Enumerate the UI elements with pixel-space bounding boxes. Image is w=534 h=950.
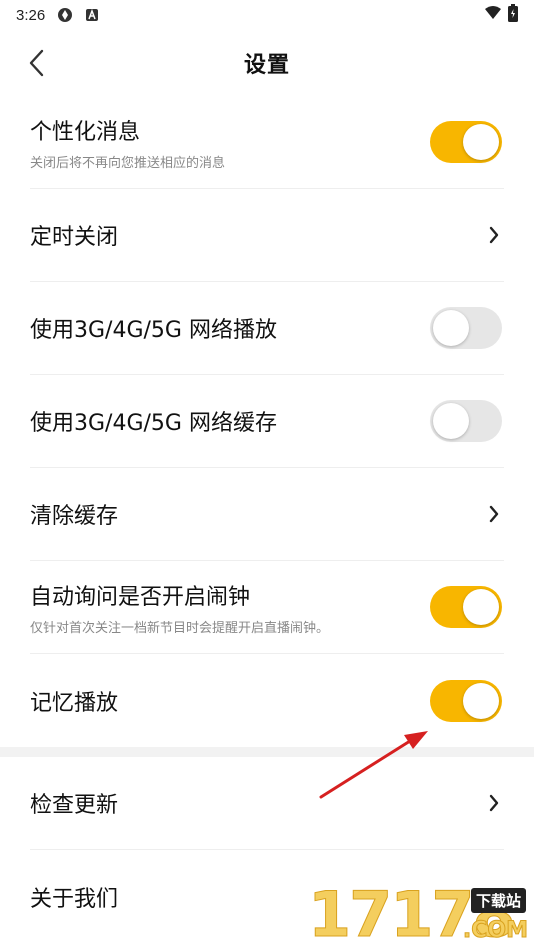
section-divider <box>0 747 534 757</box>
setting-mobile-cache: 使用3G/4G/5G 网络缓存 <box>30 375 504 468</box>
toggle-knob <box>433 403 469 439</box>
toggle-switch[interactable] <box>430 400 502 442</box>
chevron-right-icon <box>484 791 504 815</box>
setting-label: 自动询问是否开启闹钟 <box>30 584 251 610</box>
setting-memory-play: 记忆播放 <box>30 654 504 747</box>
a-icon <box>85 8 99 22</box>
setting-clear-cache[interactable]: 清除缓存 <box>30 468 504 561</box>
wifi-icon <box>484 6 502 24</box>
setting-label: 使用3G/4G/5G 网络缓存 <box>30 411 277 436</box>
toggle-switch[interactable] <box>430 121 502 163</box>
settings-list: 个性化消息 关闭后将不再向您推送相应的消息 定时关闭 使用3G/4G/5G 网络… <box>0 96 534 943</box>
setting-label: 关于我们 <box>30 886 119 912</box>
chevron-left-icon <box>29 49 44 77</box>
setting-label: 使用3G/4G/5G 网络播放 <box>30 318 277 343</box>
setting-label: 定时关闭 <box>30 225 119 250</box>
toggle-switch[interactable] <box>430 679 502 722</box>
setting-label: 清除缓存 <box>30 504 119 529</box>
setting-label: 记忆播放 <box>30 690 119 716</box>
setting-label: 检查更新 <box>30 793 119 818</box>
toggle-knob <box>463 124 499 160</box>
setting-personalized-messages: 个性化消息 关闭后将不再向您推送相应的消息 <box>30 96 504 189</box>
setting-timed-close[interactable]: 定时关闭 <box>30 189 504 282</box>
sync-icon <box>57 7 73 23</box>
setting-sublabel: 关闭后将不再向您推送相应的消息 <box>30 155 226 171</box>
setting-label: 个性化消息 <box>30 119 141 145</box>
toggle-knob <box>433 310 469 346</box>
chevron-right-icon <box>484 223 504 247</box>
setting-check-update[interactable]: 检查更新 <box>30 757 504 850</box>
toggle-knob <box>463 589 499 625</box>
setting-mobile-play: 使用3G/4G/5G 网络播放 <box>30 282 504 375</box>
watermark-logo: 17178 下载站 .COM <box>308 879 534 950</box>
toggle-switch[interactable] <box>430 586 502 628</box>
page-title: 设置 <box>243 53 290 78</box>
back-button[interactable] <box>22 48 50 78</box>
title-bar: 设置 <box>0 30 534 96</box>
chevron-right-icon <box>484 502 504 526</box>
watermark-domain: .COM <box>462 918 528 944</box>
battery-icon <box>508 4 518 26</box>
status-bar: 3:26 <box>0 0 534 30</box>
watermark-site: 下载站 <box>470 888 526 913</box>
toggle-switch[interactable] <box>430 307 502 349</box>
status-time: 3:26 <box>16 6 46 24</box>
toggle-knob <box>463 682 499 719</box>
setting-alarm-prompt: 自动询问是否开启闹钟 仅针对首次关注一档新节目时会提醒开启直播闹钟。 <box>30 561 504 654</box>
setting-sublabel: 仅针对首次关注一档新节目时会提醒开启直播闹钟。 <box>30 620 330 636</box>
